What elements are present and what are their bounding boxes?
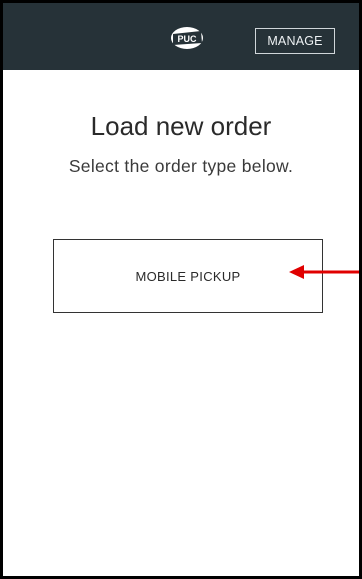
mobile-pickup-button[interactable]: MOBILE PICKUP <box>53 239 323 313</box>
arrow-left-icon <box>289 265 359 279</box>
svg-text:PUC: PUC <box>177 34 197 44</box>
app-screen: PUC MANAGE Load new order Select the ord… <box>0 0 362 579</box>
manage-button[interactable]: MANAGE <box>255 28 335 54</box>
page-title: Load new order <box>90 111 272 141</box>
top-bar: PUC MANAGE <box>3 3 359 70</box>
page-subtitle: Select the order type below. <box>68 156 294 176</box>
puc-logo: PUC <box>171 27 203 49</box>
